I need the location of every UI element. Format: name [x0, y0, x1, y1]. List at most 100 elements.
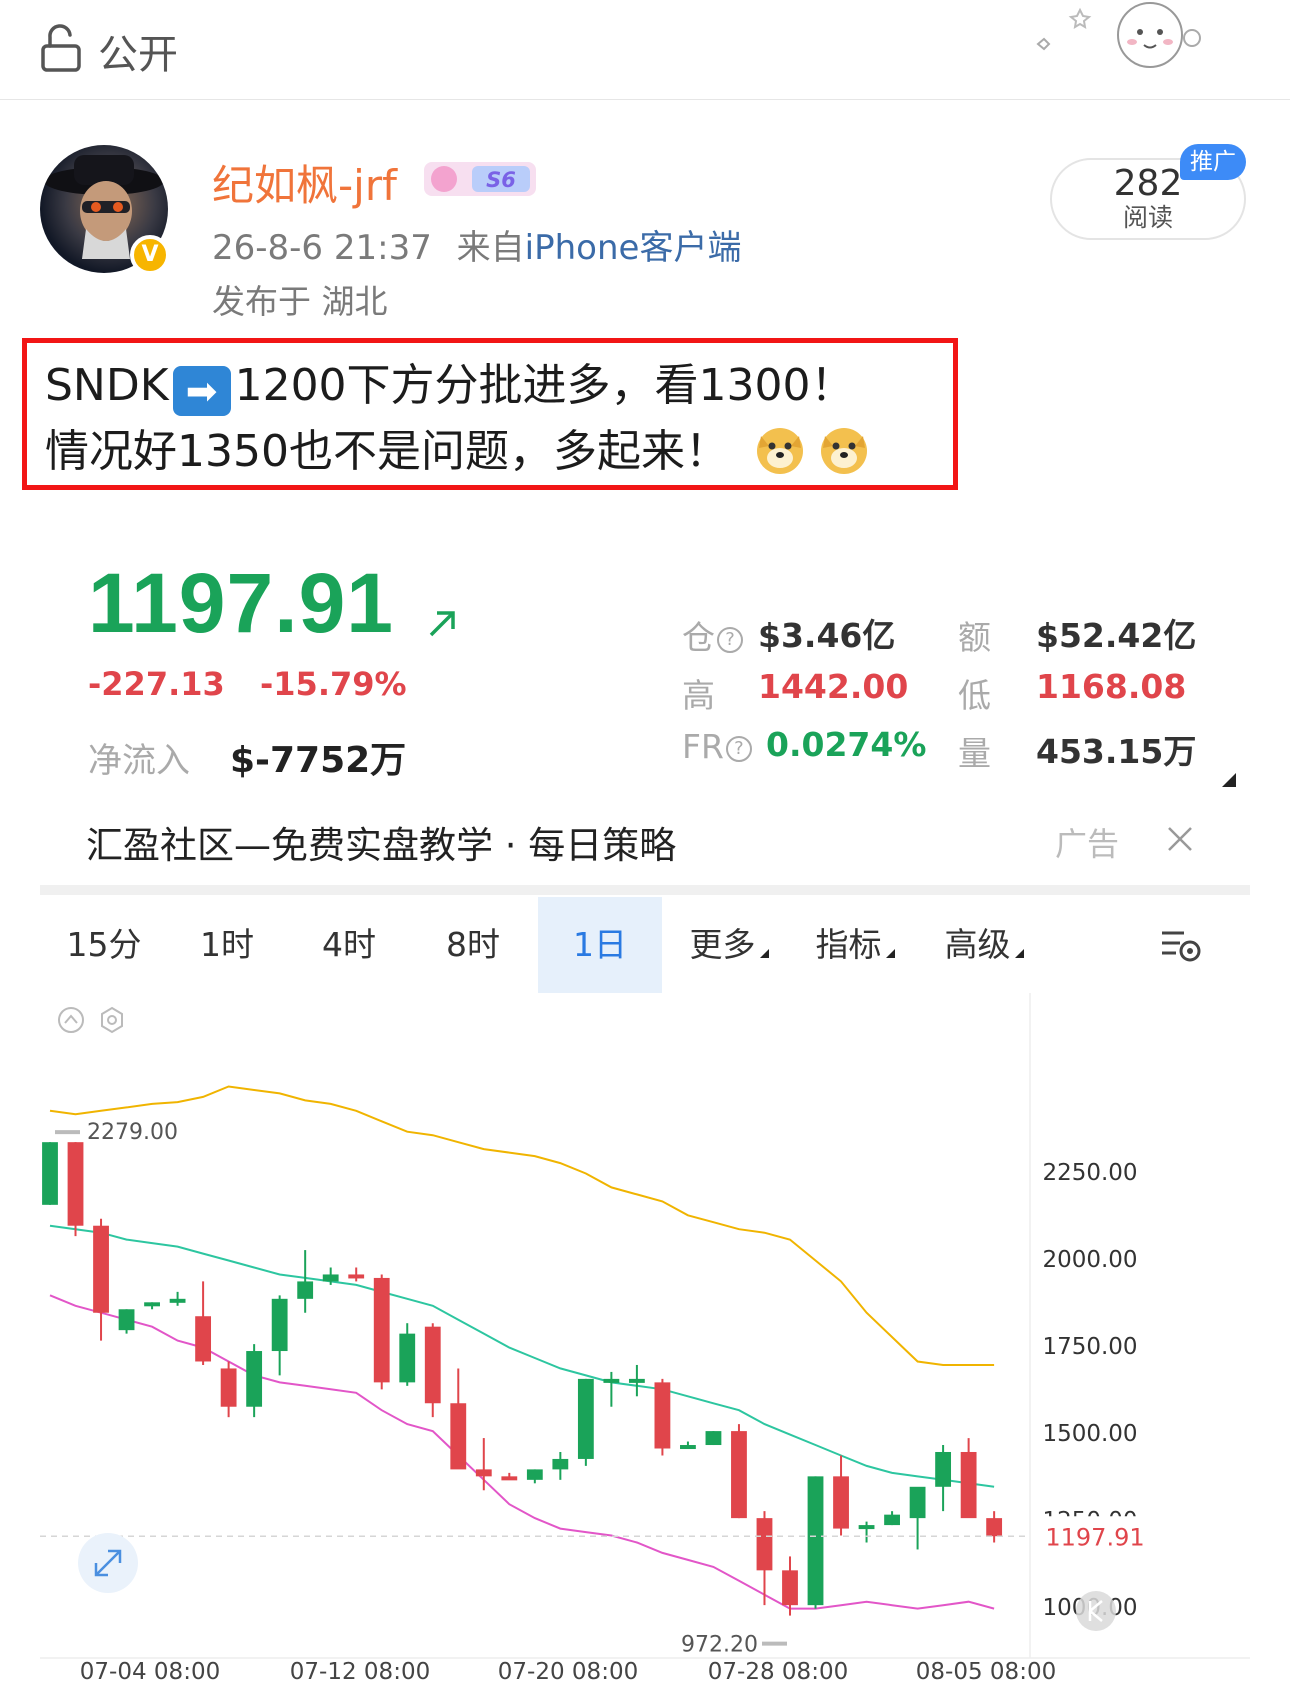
- open-interest-value: $3.46亿: [758, 616, 896, 655]
- funding-rate-label[interactable]: FR?: [682, 727, 752, 766]
- candle-body: [705, 1431, 722, 1446]
- candle-body: [348, 1274, 365, 1279]
- candle-body: [603, 1378, 620, 1383]
- tab-15m[interactable]: 15分: [40, 897, 168, 993]
- volume-label: 量: [958, 734, 991, 773]
- candle-body: [884, 1514, 900, 1526]
- candle-body: [526, 1469, 543, 1480]
- chart-settings-icon[interactable]: [1160, 927, 1202, 963]
- verified-badge: V: [130, 235, 170, 275]
- price-change-pct: -15.79%: [260, 665, 407, 703]
- post-content-line-1: SNDK ➡ 1200下方分批进多，看1300！: [45, 353, 935, 419]
- candle-body: [297, 1281, 314, 1299]
- timeframe-tabs: 15分 1时 4时 8时 1日 更多 指标 高级: [40, 897, 1250, 993]
- low-label: 低: [958, 676, 991, 715]
- fullscreen-icon[interactable]: [78, 1533, 138, 1593]
- turnover-label: 额: [958, 618, 991, 657]
- quote-card[interactable]: 1197.91 -227.13 -15.79% 净流入 $-7752万 仓? $…: [40, 525, 1250, 1686]
- net-inflow-value: $-7752万: [230, 740, 407, 781]
- candle-body: [271, 1298, 288, 1352]
- x-tick-label: 07-20 08:00: [498, 1659, 638, 1685]
- post-location: 发布于 湖北: [212, 282, 388, 321]
- y-tick-label: 1750.00: [1042, 1334, 1137, 1360]
- chart-canvas[interactable]: 2250.002000.001750.001500.001250.001000.…: [40, 993, 1250, 1686]
- candle-body: [424, 1326, 441, 1404]
- candle-body: [577, 1378, 594, 1459]
- candle-body: [782, 1570, 798, 1606]
- username[interactable]: 纪如枫-jrf: [212, 152, 397, 213]
- x-tick-label: 07-04 08:00: [80, 1659, 220, 1685]
- top-bar: 公开: [0, 0, 1290, 100]
- candlestick-chart[interactable]: 2250.002000.001750.001500.001250.001000.…: [40, 993, 1250, 1686]
- post-time: 26-8-6 21:37: [212, 228, 432, 268]
- ad-label: 广告: [1055, 825, 1120, 863]
- doge-emoji-icon: [820, 428, 867, 474]
- candle-body: [552, 1458, 569, 1470]
- lock-open-icon[interactable]: [40, 24, 82, 72]
- ad-banner[interactable]: 汇盈社区—免费实盘教学 · 每日策略 广告: [40, 797, 1250, 877]
- y-tick-label: 1500.00: [1042, 1421, 1137, 1447]
- candle-body: [169, 1298, 186, 1303]
- tab-1h[interactable]: 1时: [168, 897, 286, 993]
- candle: [654, 1378, 671, 1456]
- high-label: 高: [682, 676, 715, 715]
- candle-body: [501, 1476, 518, 1481]
- candle-body: [195, 1316, 212, 1362]
- tab-1d[interactable]: 1日: [538, 897, 662, 993]
- candle: [373, 1274, 390, 1390]
- post-content: SNDK ➡ 1200下方分批进多，看1300！ 情况好1350也不是问题，多起来！: [22, 338, 958, 490]
- dropdown-corner-icon: [759, 949, 769, 958]
- y-tick-label: 2000.00: [1042, 1247, 1137, 1273]
- y-tick-label: 2250.00: [1042, 1160, 1137, 1186]
- candle: [731, 1424, 747, 1519]
- turnover-value: $52.42亿: [1036, 616, 1197, 655]
- last-price: 1197.91: [88, 556, 395, 650]
- candle-body: [118, 1309, 135, 1331]
- net-inflow-label: 净流入: [88, 741, 190, 781]
- tab-4h[interactable]: 4时: [290, 897, 408, 993]
- volume-value: 453.15万: [1036, 732, 1197, 771]
- reset-view-icon[interactable]: [1076, 1591, 1116, 1631]
- candle-body: [67, 1142, 84, 1226]
- candle: [246, 1344, 263, 1418]
- help-icon[interactable]: ?: [725, 736, 752, 762]
- tab-indicators[interactable]: 指标: [796, 897, 914, 993]
- low-value: 1168.08: [1036, 667, 1187, 706]
- price-change: -227.13: [88, 665, 225, 703]
- close-icon[interactable]: [1166, 825, 1194, 853]
- candle-body: [756, 1518, 773, 1571]
- candle-body: [680, 1445, 696, 1450]
- ticker-text[interactable]: SNDK: [45, 360, 169, 411]
- candle-body: [322, 1274, 339, 1282]
- tab-advanced[interactable]: 高级: [920, 897, 1048, 993]
- post-content-line-2: 情况好1350也不是问题，多起来！: [45, 419, 935, 485]
- ad-text[interactable]: 汇盈社区—免费实盘教学 · 每日策略: [86, 815, 676, 869]
- tab-8h[interactable]: 8时: [414, 897, 532, 993]
- open-interest-label[interactable]: 仓?: [682, 611, 743, 659]
- candle: [424, 1323, 441, 1418]
- funding-rate-value: 0.0274%: [766, 725, 927, 764]
- post-content-text-2: 情况好1350也不是问题，多起来！: [45, 426, 729, 477]
- candle-body: [986, 1518, 1003, 1537]
- post-source-prefix: 来自: [456, 228, 525, 268]
- candle: [577, 1378, 594, 1466]
- help-icon[interactable]: ?: [717, 627, 743, 653]
- visibility-label[interactable]: 公开: [98, 22, 178, 80]
- candle-body: [731, 1431, 747, 1519]
- expand-corner-icon[interactable]: [1222, 773, 1236, 787]
- cute-bunny-sticker-icon: [1036, 2, 1201, 68]
- last-price-tag: 1197.91: [1045, 1523, 1144, 1551]
- candle-body: [909, 1486, 926, 1519]
- min-price-label: 972.20: [681, 1633, 758, 1658]
- read-label: 阅读: [1122, 203, 1173, 232]
- tab-more[interactable]: 更多: [670, 897, 788, 993]
- promote-badge[interactable]: 推广: [1180, 144, 1246, 180]
- level-badge-icon: S6: [424, 162, 536, 196]
- post-source-client[interactable]: iPhone客户端: [525, 228, 742, 268]
- high-value: 1442.00: [758, 667, 909, 706]
- candle: [118, 1309, 135, 1334]
- trend-arrow-icon: [429, 611, 455, 637]
- candle-body: [42, 1142, 58, 1205]
- candle-body: [399, 1333, 416, 1383]
- candle-body: [807, 1476, 824, 1606]
